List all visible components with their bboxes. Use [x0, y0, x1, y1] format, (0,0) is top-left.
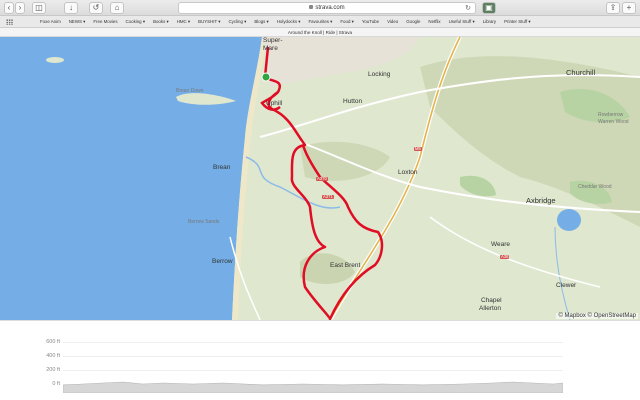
lock-icon [309, 5, 314, 10]
place-label-locking: Locking [368, 71, 391, 78]
bookmark-item[interactable]: HMC ▾ [177, 16, 190, 28]
top-sites-grid-icon[interactable] [6, 19, 13, 25]
map-attribution[interactable]: © Mapbox © OpenStreetMap [556, 313, 638, 319]
road-shield-a371: A371 [322, 194, 334, 200]
island [46, 57, 64, 63]
page-title: Around the Knoll | Ride | Strava [0, 28, 640, 37]
elevation-y-label: 200 ft [46, 367, 60, 373]
share-button[interactable]: ⇪ [606, 2, 620, 14]
home-button[interactable]: ⌂ [110, 2, 124, 14]
place-label-clewer: Clewer [556, 282, 577, 289]
gridline [63, 356, 563, 357]
forward-button[interactable]: › [15, 2, 25, 14]
sidebar-icon: ◫ [35, 3, 43, 12]
bookmark-item[interactable]: Google [406, 16, 420, 28]
stream [554, 226, 571, 320]
bookmark-item[interactable]: Blogs ▾ [254, 16, 268, 28]
place-label-berrow: Berrow [212, 258, 233, 265]
road-shield-a370: A370 [316, 176, 328, 182]
home-icon: ⌂ [114, 3, 120, 12]
bookmark-item[interactable]: Cooking ▾ [126, 16, 146, 28]
bookmark-item[interactable]: BUYSHIT ▾ [198, 16, 220, 28]
address-bar[interactable]: strava.com ↻ [178, 2, 476, 14]
place-label-east-brent: East Brent [330, 262, 361, 269]
bookmark-item[interactable]: Useful Stuff ▾ [449, 16, 475, 28]
place-label-hutton: Hutton [343, 98, 363, 105]
bookmark-item[interactable]: Books ▾ [153, 16, 169, 28]
bookmark-item[interactable]: NEWS ▾ [69, 16, 86, 28]
place-label-allerton: Allerton [479, 305, 502, 312]
road-shield-m5: M5 [414, 146, 422, 152]
place-label-warren-wood: Warren Wood [598, 119, 629, 125]
road-shield-a38: A38 [500, 254, 510, 260]
history-icon: ↺ [92, 3, 100, 12]
weston-urban-area [262, 37, 420, 87]
place-label-loxton: Loxton [398, 169, 418, 176]
elevation-y-label: 0 ft [52, 381, 60, 387]
bookmarks-bar: Foxe Anim NEWS ▾ Free Movies Cooking ▾ Books… [0, 16, 640, 28]
url-text: strava.com [315, 5, 345, 11]
place-label-rowberrow: Rowberrow [598, 112, 624, 118]
reader-extension-button[interactable]: ▣ [482, 2, 496, 14]
bookmark-item[interactable]: Foxe Anim [40, 16, 61, 28]
place-label-brean: Brean [213, 164, 231, 171]
browser-window: ‹ › ◫ ↓ ↺ ⌂ strava.com ↻ ▣ ⇪ + Foxe Anim… [0, 0, 640, 400]
place-label-axbridge: Axbridge [526, 196, 556, 205]
bookmark-item[interactable]: Holydocks ▾ [277, 16, 301, 28]
bookmark-item[interactable]: Free Movies [93, 16, 117, 28]
woodland-patch [460, 175, 496, 197]
bookmark-item[interactable]: Favourites ▾ [308, 16, 332, 28]
downloads-button[interactable]: ↓ [64, 2, 78, 14]
elevation-y-label: 400 ft [46, 353, 60, 359]
route-start-marker[interactable] [261, 72, 271, 82]
sea [0, 37, 262, 320]
place-label-churchill: Churchill [566, 68, 596, 77]
place-label-chapel: Chapel [481, 297, 502, 304]
share-icon: ⇪ [609, 3, 617, 12]
bookmark-item[interactable]: Food ▾ [340, 16, 353, 28]
elevation-profile[interactable]: 600 ft 400 ft 200 ft 0 ft [0, 320, 640, 400]
place-label-weare: Weare [491, 241, 511, 248]
plus-icon: + [626, 3, 632, 12]
place-label-uphill: Uphill [266, 100, 283, 107]
place-label-brean-down: Brean Down [176, 88, 204, 94]
bookmark-item[interactable]: Cycling ▾ [229, 16, 247, 28]
place-label-mare: Mare [263, 45, 278, 52]
bookmark-item[interactable]: Library [483, 16, 496, 28]
reload-icon[interactable]: ↻ [465, 4, 471, 14]
elevation-area [63, 381, 563, 393]
bookmark-item[interactable]: Netflix [428, 16, 440, 28]
new-tab-button[interactable]: + [622, 2, 636, 14]
history-button[interactable]: ↺ [89, 2, 103, 14]
bookmark-list: Foxe Anim NEWS ▾ Free Movies Cooking ▾ Books… [40, 16, 531, 28]
bookmark-item[interactable]: YouTube [362, 16, 379, 28]
bookmark-item[interactable]: Video [387, 16, 398, 28]
bookmark-item[interactable]: Printer Stuff ▾ [504, 16, 531, 28]
gridline [63, 342, 563, 343]
elevation-fill [63, 381, 563, 393]
elevation-y-label: 600 ft [46, 339, 60, 345]
route-map[interactable]: Super- Mare Uphill Locking Churchill Hut… [0, 37, 640, 320]
place-label-berrow-sands: Berrow Sands [188, 219, 220, 225]
back-button[interactable]: ‹ [4, 2, 14, 14]
place-label-super: Super- [263, 37, 283, 44]
download-icon: ↓ [69, 3, 73, 12]
cheddar-reservoir [557, 209, 581, 231]
browser-toolbar: ‹ › ◫ ↓ ↺ ⌂ strava.com ↻ ▣ ⇪ + [0, 0, 640, 16]
place-label-cheddar-wood: Cheddar Wood [578, 184, 612, 190]
extension-icon: ▣ [485, 3, 493, 12]
sidebar-button[interactable]: ◫ [32, 2, 46, 14]
